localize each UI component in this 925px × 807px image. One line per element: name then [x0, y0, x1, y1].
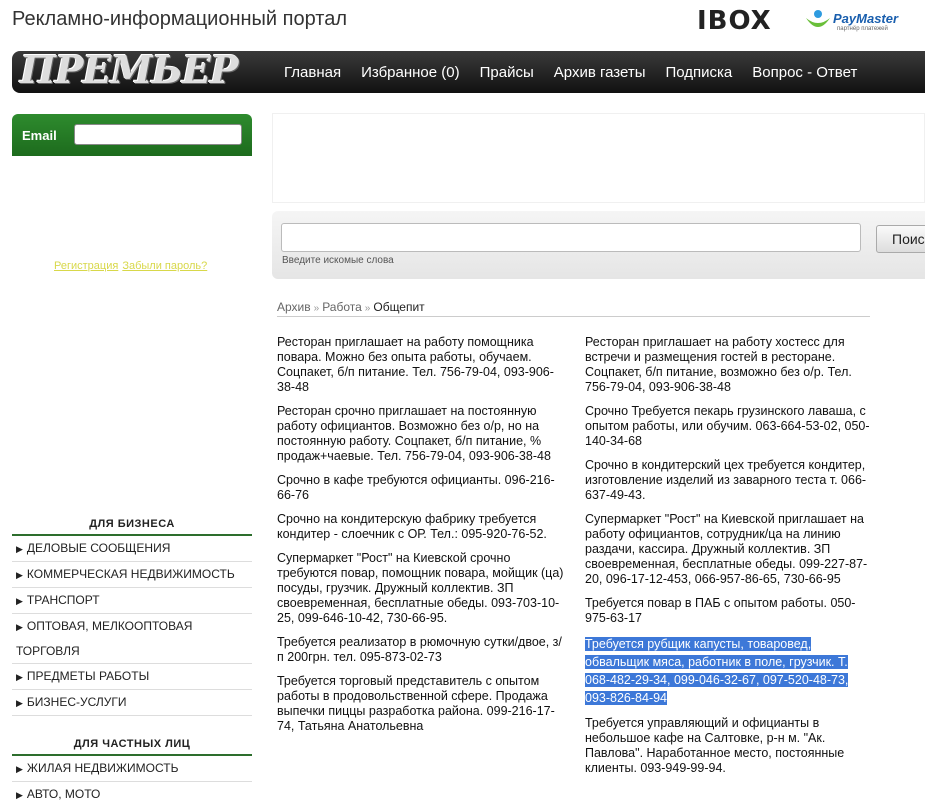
- category-label: ТРАНСПОРТ: [26, 593, 100, 607]
- triangle-right-icon: ▶: [16, 544, 23, 554]
- category-item[interactable]: ▶ БИЗНЕС-УСЛУГИ: [12, 690, 252, 716]
- breadcrumb-separator-icon: »: [364, 303, 371, 314]
- triangle-right-icon: ▶: [16, 698, 23, 708]
- brand-text: ПРЕМЬЕР: [20, 47, 238, 92]
- register-link[interactable]: Регистрация: [54, 260, 118, 272]
- private-category-list: ▶ ЖИЛАЯ НЕДВИЖИМОСТЬ ▶ АВТО, МОТО: [12, 756, 252, 807]
- login-box: Email: [12, 114, 252, 156]
- category-item[interactable]: ▶ ЖИЛАЯ НЕДВИЖИМОСТЬ: [12, 756, 252, 782]
- ad-item: Срочно на кондитерскую фабрику требуется…: [277, 512, 547, 541]
- ads-column-right: Ресторан приглашает на работу хостесс дл…: [585, 335, 873, 785]
- ad-item-selected: Требуется рубщик капусты, товаровед, обв…: [585, 635, 873, 707]
- nav-menu: Главная Избранное (0) Прайсы Архив газет…: [284, 51, 877, 93]
- brand-logo[interactable]: ПРЕМЬЕР: [16, 43, 260, 95]
- ad-item: Требуется торговый представитель с опыто…: [277, 674, 555, 733]
- breadcrumb: Архив» Работа» Общепит: [277, 300, 870, 317]
- ad-item: Срочно в кафе требуются официанты. 096-2…: [277, 473, 555, 502]
- category-item[interactable]: ▶ ОПТОВАЯ, МЕЛКООПТОВАЯ ТОРГОВЛЯ: [12, 614, 252, 664]
- nav-item-prices[interactable]: Прайсы: [480, 64, 534, 81]
- banner-area: [272, 113, 925, 203]
- ad-item: Требуется управляющий и официанты в небо…: [585, 716, 845, 775]
- breadcrumb-item[interactable]: Работа: [322, 300, 362, 314]
- ad-item: Супермаркет "Рост" на Киевской приглашае…: [585, 512, 868, 586]
- search-hint: Введите искомые слова: [282, 255, 394, 266]
- ads-column-left: Ресторан приглашает на работу помощника …: [277, 335, 565, 743]
- login-links: Регистрация Забыли пароль?: [54, 260, 211, 272]
- breadcrumb-current: Общепит: [373, 300, 425, 314]
- ad-item: Ресторан срочно приглашает на постоянную…: [277, 404, 551, 463]
- ad-item: Супермаркет "Рост" на Киевской срочно тр…: [277, 551, 564, 625]
- business-category-list: ▶ ДЕЛОВЫЕ СООБЩЕНИЯ ▶ КОММЕРЧЕСКАЯ НЕДВИЖИ…: [12, 536, 252, 716]
- triangle-right-icon: ▶: [16, 764, 23, 774]
- category-item[interactable]: ▶ ТРАНСПОРТ: [12, 588, 252, 614]
- breadcrumb-separator-icon: »: [313, 303, 320, 314]
- forgot-password-link[interactable]: Забыли пароль?: [122, 260, 207, 272]
- paymaster-icon: [806, 10, 830, 27]
- paymaster-text: PayMaster: [833, 11, 899, 26]
- triangle-right-icon: ▶: [16, 596, 23, 606]
- category-label: ЖИЛАЯ НЕДВИЖИМОСТЬ: [26, 761, 179, 775]
- ad-item: Ресторан приглашает на работу помощника …: [277, 335, 554, 394]
- category-label: ПРЕДМЕТЫ РАБОТЫ: [26, 669, 150, 683]
- category-label: ОПТОВАЯ, МЕЛКООПТОВАЯ ТОРГОВЛЯ: [16, 619, 193, 658]
- search-input[interactable]: [281, 223, 861, 252]
- login-area: Регистрация Забыли пароль?: [12, 156, 252, 514]
- category-label: БИЗНЕС-УСЛУГИ: [26, 695, 127, 709]
- selected-ad-text: Требуется рубщик капусты, товаровед, обв…: [585, 637, 849, 705]
- ad-item: Срочно Требуется пекарь грузинского лава…: [585, 404, 870, 448]
- ad-item: Требуется реализатор в рюмочную сутки/дв…: [277, 635, 562, 664]
- main-navbar: ПРЕМЬЕР Главная Избранное (0) Прайсы Арх…: [12, 47, 925, 93]
- nav-item-home[interactable]: Главная: [284, 64, 341, 81]
- nav-item-subscription[interactable]: Подписка: [665, 64, 732, 81]
- paymaster-logo[interactable]: PayMaster партнёр платежей: [803, 6, 915, 36]
- category-label: АВТО, МОТО: [26, 787, 101, 801]
- triangle-right-icon: ▶: [16, 622, 23, 632]
- sidebar: Email Регистрация Забыли пароль? ДЛЯ БИЗН…: [12, 114, 252, 807]
- category-label: КОММЕРЧЕСКАЯ НЕДВИЖИМОСТЬ: [26, 567, 235, 581]
- category-item[interactable]: ▶ АВТО, МОТО: [12, 782, 252, 807]
- category-label: ДЕЛОВЫЕ СООБЩЕНИЯ: [26, 541, 171, 555]
- ad-item: Срочно в кондитерский цех требуется конд…: [585, 458, 867, 502]
- private-section-title: ДЛЯ ЧАСТНЫХ ЛИЦ: [12, 734, 252, 756]
- email-field[interactable]: [74, 124, 242, 145]
- triangle-right-icon: ▶: [16, 570, 23, 580]
- paymaster-subtext: партнёр платежей: [837, 26, 888, 32]
- email-label: Email: [22, 128, 57, 143]
- site-title: Рекламно-информационный портал: [12, 8, 348, 30]
- ibox-logo[interactable]: IBOX: [697, 6, 772, 36]
- search-panel: Введите искомые слова Поиск: [272, 211, 925, 279]
- triangle-right-icon: ▶: [16, 672, 23, 682]
- nav-item-archive[interactable]: Архив газеты: [554, 64, 646, 81]
- category-item[interactable]: ▶ ПРЕДМЕТЫ РАБОТЫ: [12, 664, 252, 690]
- breadcrumb-item[interactable]: Архив: [277, 300, 311, 314]
- category-item[interactable]: ▶ ДЕЛОВЫЕ СООБЩЕНИЯ: [12, 536, 252, 562]
- category-item[interactable]: ▶ КОММЕРЧЕСКАЯ НЕДВИЖИМОСТЬ: [12, 562, 252, 588]
- ad-item: Ресторан приглашает на работу хостесс дл…: [585, 335, 852, 394]
- nav-item-faq[interactable]: Вопрос - Ответ: [752, 64, 857, 81]
- ad-item: Требуется повар в ПАБ с опытом работы. 0…: [585, 596, 856, 625]
- search-button[interactable]: Поиск: [876, 225, 925, 253]
- nav-item-favorites[interactable]: Избранное (0): [361, 64, 460, 81]
- triangle-right-icon: ▶: [16, 790, 23, 800]
- business-section-title: ДЛЯ БИЗНЕСА: [12, 514, 252, 536]
